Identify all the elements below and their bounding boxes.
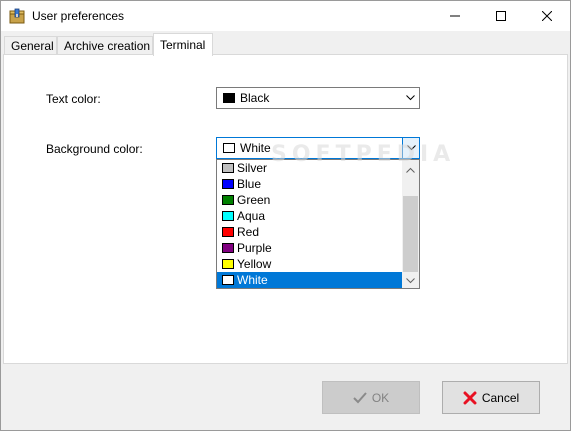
color-swatch [222, 275, 234, 285]
close-button[interactable] [524, 1, 570, 31]
user-preferences-window: User preferences General Archive creatio… [0, 0, 571, 431]
color-option-purple[interactable]: Purple [217, 240, 403, 256]
dialog-footer: OK Cancel [1, 364, 570, 430]
color-swatch [222, 259, 234, 269]
color-option-red[interactable]: Red [217, 224, 403, 240]
color-swatch [222, 163, 234, 173]
window-title: User preferences [32, 9, 125, 23]
color-swatch [222, 179, 234, 189]
cancel-button[interactable]: Cancel [442, 381, 540, 414]
tab-general[interactable]: General [4, 36, 57, 55]
softpedia-watermark: SOFTPEDIA [271, 142, 456, 167]
color-option-aqua[interactable]: Aqua [217, 208, 403, 224]
color-option-white[interactable]: White [217, 272, 403, 288]
text-color-value: Black [240, 91, 270, 105]
close-icon [542, 11, 552, 21]
text-color-label: Text color: [46, 92, 101, 106]
cancel-x-icon [463, 391, 477, 405]
color-swatch [222, 243, 234, 253]
background-color-swatch [223, 143, 235, 153]
maximize-button[interactable] [478, 1, 524, 31]
background-color-dropdown-list[interactable]: Silver Blue Green Aqua Red Purple Yellow [216, 159, 420, 289]
text-color-select[interactable]: Black [216, 87, 420, 109]
chevron-down-icon[interactable] [402, 88, 419, 108]
ok-label: OK [371, 390, 390, 405]
tab-archive-creation[interactable]: Archive creation [57, 36, 153, 55]
minimize-icon [450, 11, 460, 21]
scroll-down-button[interactable] [402, 271, 419, 288]
title-bar[interactable]: User preferences [1, 1, 570, 31]
maximize-icon [496, 11, 506, 21]
color-option-green[interactable]: Green [217, 192, 403, 208]
cancel-label: Cancel [481, 390, 520, 405]
scroll-thumb[interactable] [403, 196, 418, 272]
text-color-swatch [223, 93, 235, 103]
ok-button[interactable]: OK [322, 381, 420, 414]
tab-terminal[interactable]: Terminal [153, 33, 213, 56]
chevron-down-icon [406, 273, 415, 287]
minimize-button[interactable] [432, 1, 478, 31]
color-swatch [222, 227, 234, 237]
dropdown-scrollbar[interactable] [402, 160, 419, 288]
checkmark-icon [353, 391, 367, 404]
color-option-blue[interactable]: Blue [217, 176, 403, 192]
tab-strip: General Archive creation Terminal [1, 33, 570, 56]
background-color-value: White [240, 141, 271, 155]
background-color-label: Background color: [46, 142, 143, 156]
archive-app-icon [9, 8, 25, 24]
color-swatch [222, 195, 234, 205]
color-swatch [222, 211, 234, 221]
color-option-yellow[interactable]: Yellow [217, 256, 403, 272]
